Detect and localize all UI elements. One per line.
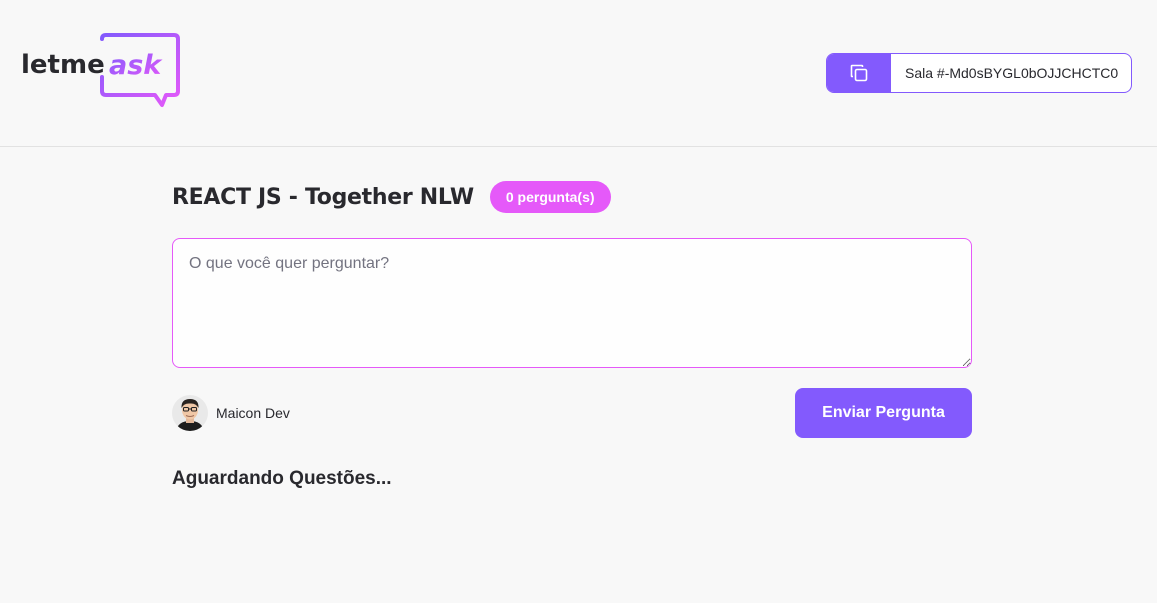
room-title: REACT JS - Together NLW	[172, 184, 474, 210]
room-title-row: REACT JS - Together NLW 0 pergunta(s)	[172, 181, 611, 213]
room-code-label: Sala #-Md0sBYGL0bOJJCHCTC0	[905, 65, 1119, 81]
question-count-badge: 0 pergunta(s)	[489, 181, 611, 213]
letmeask-logo[interactable]: letme ask	[20, 33, 180, 109]
question-input[interactable]	[172, 238, 972, 368]
svg-text:letme: letme	[21, 50, 105, 80]
svg-text:ask: ask	[109, 50, 163, 81]
send-question-button[interactable]: Enviar Pergunta	[795, 388, 972, 438]
room-code-button[interactable]: Sala #-Md0sBYGL0bOJJCHCTC0	[826, 53, 1132, 93]
page-header: letme ask Sala #-Md0sBYGL0bOJJCHCTC0	[0, 0, 1157, 147]
user-name: Maicon Dev	[216, 405, 290, 421]
avatar	[172, 395, 208, 431]
copy-icon	[827, 54, 891, 92]
user-info: Maicon Dev	[172, 393, 290, 433]
empty-questions-label: Aguardando Questões...	[172, 468, 392, 489]
